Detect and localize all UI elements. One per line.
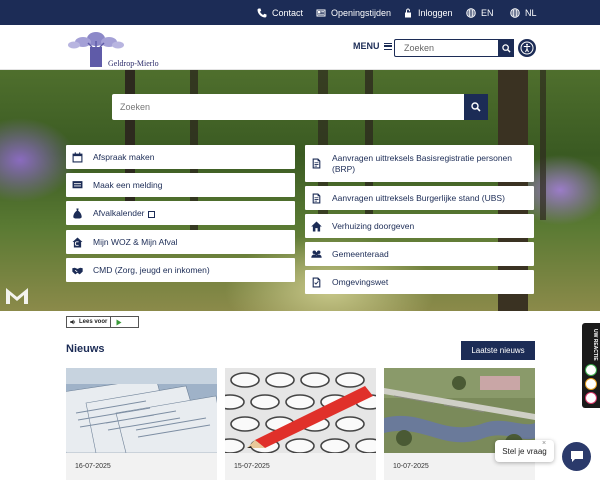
play-button[interactable]	[111, 319, 127, 326]
tile-label: Aanvragen uittreksels Basisregistratie p…	[332, 152, 513, 174]
tile-label: Maak een melding	[93, 179, 163, 190]
document-icon	[311, 158, 322, 169]
external-link-icon	[147, 210, 155, 218]
globe-icon	[466, 8, 476, 18]
m-logo-icon	[4, 284, 30, 306]
tile-gemeenteraad[interactable]: Gemeenteraad	[305, 242, 534, 266]
top-bar: Contact Openingstijden Inloggen EN NL	[0, 0, 600, 25]
tile-label: CMD (Zorg, jeugd en inkomen)	[93, 264, 210, 275]
lang-en-label: EN	[481, 8, 494, 18]
speaker-icon	[70, 319, 76, 325]
globe-icon	[510, 8, 520, 18]
hero-tree	[540, 70, 546, 220]
tile-label: Afvalkalender	[93, 207, 145, 218]
accessibility-button[interactable]	[518, 39, 536, 57]
accessibility-icon	[520, 41, 534, 55]
lang-nl-label: NL	[525, 8, 537, 18]
hamburger-icon	[383, 42, 392, 50]
tile-aanvragen-brp[interactable]: Aanvragen uittreksels Basisregistratie p…	[305, 145, 534, 182]
neutral-face-icon[interactable]	[585, 378, 597, 390]
contact-label: Contact	[272, 8, 304, 18]
read-aloud-button[interactable]: Lees voor	[67, 317, 112, 327]
waste-bag-icon	[72, 208, 83, 219]
menu-label: MENU	[353, 41, 380, 51]
euro-house-icon	[72, 237, 83, 248]
contact-link[interactable]: Contact	[257, 6, 303, 20]
logo-text: Geldrop-Mierlo	[108, 59, 159, 68]
read-aloud-label: Lees voor	[79, 319, 108, 325]
tile-label: Mijn WOZ & Mijn Afval	[93, 236, 178, 247]
people-icon	[311, 249, 322, 260]
tile-verhuizing-doorgeven[interactable]: Verhuizing doorgeven	[305, 214, 534, 238]
readspeaker-widget: Lees voor	[66, 316, 139, 328]
document-check-icon	[311, 277, 322, 288]
news-card[interactable]: 15-07-2025	[225, 368, 376, 480]
header-search-input[interactable]: Zoeken	[394, 39, 499, 57]
hero-search-input[interactable]: Zoeken	[112, 94, 464, 120]
municipality-logo[interactable]: Geldrop-Mierlo	[66, 29, 176, 69]
openingstijden-link[interactable]: Openingstijden	[316, 6, 391, 20]
header-search-button[interactable]	[499, 39, 514, 57]
handshake-icon	[72, 265, 83, 276]
feedback-label: UW REACTIE	[592, 329, 598, 361]
latest-news-button[interactable]: Laatste nieuws	[461, 341, 535, 360]
tile-mijn-woz-mijn-afval[interactable]: Mijn WOZ & Mijn Afval	[66, 230, 295, 254]
tile-aanvragen-ubs[interactable]: Aanvragen uittreksels Burgerlijke stand …	[305, 186, 534, 210]
tile-maak-een-melding[interactable]: Maak een melding	[66, 173, 295, 197]
chat-button[interactable]	[562, 442, 591, 471]
chat-icon	[570, 451, 583, 462]
news-card[interactable]: 10-07-2025	[384, 368, 535, 480]
chat-prompt-label: Stel je vraag	[502, 446, 547, 456]
lock-icon	[405, 8, 411, 18]
document-icon	[311, 193, 322, 204]
site-header: Geldrop-Mierlo MENU Zoeken	[0, 25, 600, 70]
news-date: 15-07-2025	[234, 463, 270, 470]
header-search-placeholder: Zoeken	[404, 43, 435, 53]
hero-search-placeholder: Zoeken	[120, 102, 151, 112]
tile-label: Verhuizing doorgeven	[332, 220, 415, 231]
search-icon	[471, 102, 481, 112]
search-icon	[502, 43, 511, 53]
calendar-icon	[72, 151, 83, 163]
play-icon	[116, 319, 122, 325]
tile-afspraak-maken[interactable]: Afspraak maken	[66, 145, 295, 169]
news-card-image	[66, 368, 217, 453]
menu-button[interactable]: MENU	[353, 41, 392, 51]
tile-label: Gemeenteraad	[332, 248, 389, 259]
hero-search-button[interactable]	[464, 94, 488, 120]
news-date: 10-07-2025	[393, 463, 429, 470]
sad-face-icon[interactable]	[585, 392, 597, 404]
news-date: 16-07-2025	[75, 463, 111, 470]
openingstijden-label: Openingstijden	[331, 8, 392, 18]
news-heading: Nieuws	[66, 343, 105, 355]
lang-nl-link[interactable]: NL	[510, 6, 537, 20]
chat-close-icon[interactable]: ×	[542, 440, 546, 447]
tile-omgevingswet[interactable]: Omgevingswet	[305, 270, 534, 294]
tile-cmd[interactable]: CMD (Zorg, jeugd en inkomen)	[66, 258, 295, 282]
message-icon	[72, 180, 83, 191]
tile-afvalkalender[interactable]: Afvalkalender	[66, 201, 295, 225]
lang-en-link[interactable]: EN	[466, 6, 494, 20]
news-card[interactable]: 16-07-2025	[66, 368, 217, 480]
id-card-icon	[316, 9, 326, 17]
news-card-image	[225, 368, 376, 453]
login-link[interactable]: Inloggen	[403, 6, 453, 20]
tile-label: Afspraak maken	[93, 151, 155, 162]
phone-icon	[257, 8, 267, 18]
happy-face-icon[interactable]	[585, 364, 597, 376]
tile-label: Omgevingswet	[332, 276, 389, 287]
tile-label: Aanvragen uittreksels Burgerlijke stand …	[332, 192, 505, 203]
login-label: Inloggen	[418, 8, 453, 18]
house-icon	[311, 221, 322, 232]
